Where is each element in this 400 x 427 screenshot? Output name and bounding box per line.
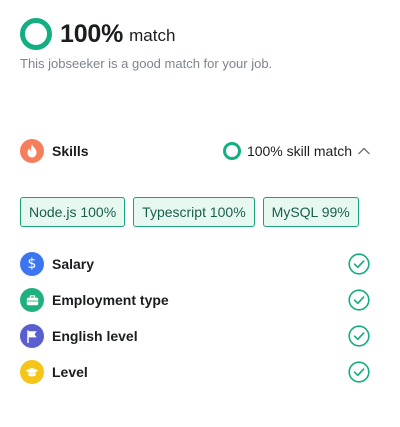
- criteria-label: Employment type: [52, 292, 169, 308]
- skill-match-summary: 100% skill match: [222, 142, 370, 160]
- skill-tag: Typescript 100%: [133, 197, 255, 227]
- criteria-label: Level: [52, 364, 88, 380]
- skill-tags: Node.js 100% Typescript 100% MySQL 99%: [20, 197, 359, 227]
- criteria-row-level: Level: [20, 360, 370, 384]
- check-circle-icon: [348, 361, 370, 383]
- criteria-list: $ Salary Employment type English level L…: [20, 252, 370, 396]
- check-circle-icon: [348, 253, 370, 275]
- criteria-row-employment-type: Employment type: [20, 288, 370, 312]
- briefcase-icon: [20, 288, 44, 312]
- skill-tag: Node.js 100%: [20, 197, 126, 227]
- dollar-icon: $: [20, 252, 44, 276]
- criteria-row-english-level: English level: [20, 324, 370, 348]
- match-subtitle: This jobseeker is a good match for your …: [20, 56, 273, 71]
- check-circle-icon: [348, 325, 370, 347]
- match-panel: 100% match This jobseeker is a good matc…: [20, 18, 370, 384]
- flame-icon: [20, 139, 44, 163]
- skill-tag: MySQL 99%: [262, 197, 359, 227]
- match-ring-icon: [20, 18, 52, 50]
- match-suffix: match: [129, 26, 176, 45]
- match-header: 100% match: [20, 18, 370, 50]
- criteria-row-salary: $ Salary: [20, 252, 370, 276]
- flag-icon: [20, 324, 44, 348]
- chevron-up-icon[interactable]: [358, 147, 370, 155]
- skills-label: Skills: [52, 143, 89, 159]
- skills-section-toggle[interactable]: Skills 100% skill match: [20, 139, 370, 163]
- match-percent: 100%: [60, 19, 124, 48]
- skill-match-ring-icon: [222, 142, 241, 160]
- graduation-cap-icon: [20, 360, 44, 384]
- skill-match-text: 100% skill match: [246, 143, 352, 159]
- check-circle-icon: [348, 289, 370, 311]
- criteria-label: Salary: [52, 256, 95, 272]
- criteria-label: English level: [52, 328, 138, 344]
